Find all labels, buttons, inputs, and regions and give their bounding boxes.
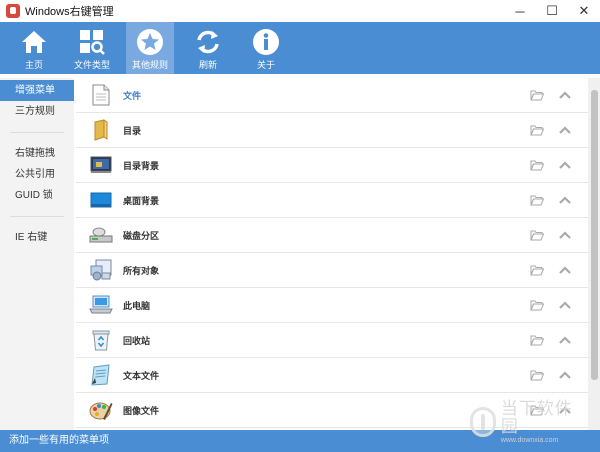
sidebar-item-third-party-rules[interactable]: 三方规则 xyxy=(0,101,74,122)
chevron-up-icon[interactable] xyxy=(558,194,572,206)
folder-background-icon xyxy=(89,153,113,177)
drive-icon xyxy=(89,223,113,247)
vertical-scrollbar[interactable] xyxy=(588,78,600,430)
scrollbar-thumb[interactable] xyxy=(591,90,598,380)
toolbar-refresh-button[interactable]: 刷新 xyxy=(184,22,232,74)
home-icon xyxy=(19,27,49,57)
list-item-label: 回收站 xyxy=(123,335,151,346)
list-item-label: 图像文件 xyxy=(123,405,160,416)
open-folder-icon[interactable] xyxy=(530,264,544,276)
refresh-icon xyxy=(193,27,223,57)
file-types-icon xyxy=(77,27,107,57)
window-title: Windows右键管理 xyxy=(25,6,114,18)
watermark-logo-icon xyxy=(470,407,496,437)
list-item-label: 文件 xyxy=(123,90,142,101)
toolbar-home-button[interactable]: 主页 xyxy=(10,22,58,74)
open-folder-icon[interactable] xyxy=(530,194,544,206)
document-icon xyxy=(89,83,113,107)
window-controls: ─ ☐ ✕ xyxy=(504,0,600,22)
sidebar-item-enhanced-menu[interactable]: 增强菜单 xyxy=(0,80,74,101)
list-item[interactable]: 桌面背景 xyxy=(76,183,588,218)
toolbar-other-rules-label: 其他规则 xyxy=(131,60,168,70)
list-item[interactable]: 目录背景 xyxy=(76,148,588,183)
toolbar-other-rules-button[interactable]: 其他规则 xyxy=(126,22,174,74)
chevron-up-icon[interactable] xyxy=(558,264,572,276)
computer-icon xyxy=(89,293,113,317)
desktop-background-icon xyxy=(89,188,113,212)
chevron-up-icon[interactable] xyxy=(558,299,572,311)
text-file-icon xyxy=(89,363,113,387)
toolbar-about-label: 关于 xyxy=(256,60,275,70)
maximize-button[interactable]: ☐ xyxy=(536,0,568,22)
open-folder-icon[interactable] xyxy=(530,369,544,381)
sidebar-divider xyxy=(10,132,64,133)
all-objects-icon xyxy=(89,258,113,282)
list-item[interactable]: 磁盘分区 xyxy=(76,218,588,253)
list-item-label: 文本文件 xyxy=(123,370,160,381)
app-icon xyxy=(6,4,20,18)
list-item[interactable]: 此电脑 xyxy=(76,288,588,323)
sidebar-divider xyxy=(10,216,64,217)
sidebar-item-guid-lock[interactable]: GUID 锁 xyxy=(0,185,74,206)
toolbar-about-button[interactable]: 关于 xyxy=(242,22,290,74)
list-item-label: 目录 xyxy=(123,125,142,136)
watermark-text: 当下软件园 xyxy=(500,398,573,436)
recycle-bin-icon xyxy=(89,328,113,352)
list-item-label: 所有对象 xyxy=(123,265,160,276)
image-file-icon xyxy=(89,398,113,422)
toolbar-home-label: 主页 xyxy=(24,60,43,70)
toolbar-file-types-label: 文件类型 xyxy=(73,60,110,70)
open-folder-icon[interactable] xyxy=(530,89,544,101)
sidebar-item-drag-drop[interactable]: 右键拖拽 xyxy=(0,143,74,164)
toolbar: 主页 文件类型 其他规则 刷新 关于 xyxy=(0,22,600,74)
sidebar-item-public-refs[interactable]: 公共引用 xyxy=(0,164,74,185)
info-icon xyxy=(251,27,281,57)
list-item-label: 桌面背景 xyxy=(123,195,160,206)
folder-icon xyxy=(89,118,113,142)
close-button[interactable]: ✕ xyxy=(568,0,600,22)
open-folder-icon[interactable] xyxy=(530,334,544,346)
toolbar-refresh-label: 刷新 xyxy=(198,60,217,70)
chevron-up-icon[interactable] xyxy=(558,159,572,171)
open-folder-icon[interactable] xyxy=(530,299,544,311)
open-folder-icon[interactable] xyxy=(530,124,544,136)
watermark-url: www.downxia.com xyxy=(500,436,559,444)
chevron-up-icon[interactable] xyxy=(558,369,572,381)
star-icon xyxy=(135,27,165,57)
chevron-up-icon[interactable] xyxy=(558,89,572,101)
title-bar: Windows右键管理 ─ ☐ ✕ xyxy=(0,0,600,22)
sidebar: 增强菜单 三方规则 右键拖拽 公共引用 GUID 锁 IE 右键 xyxy=(0,78,74,430)
list-item[interactable]: 目录 xyxy=(76,113,588,148)
open-folder-icon[interactable] xyxy=(530,229,544,241)
status-text: 添加一些有用的菜单项 xyxy=(9,435,109,446)
list-item-label: 此电脑 xyxy=(123,300,151,311)
chevron-up-icon[interactable] xyxy=(558,124,572,136)
list-item-label: 目录背景 xyxy=(123,160,160,171)
list-item[interactable]: 文件 xyxy=(76,78,588,113)
toolbar-file-types-button[interactable]: 文件类型 xyxy=(68,22,116,74)
menu-group-list: 文件 目录 目录背景 桌面背景 磁盘分区 所有对象 此电脑 回收站 文本文件 图… xyxy=(76,78,588,430)
chevron-up-icon[interactable] xyxy=(558,229,572,241)
list-item[interactable]: 回收站 xyxy=(76,323,588,358)
watermark: 当下软件园 www.downxia.com xyxy=(470,399,590,444)
sidebar-item-ie-menu[interactable]: IE 右键 xyxy=(0,227,74,248)
chevron-up-icon[interactable] xyxy=(558,334,572,346)
list-item[interactable]: 所有对象 xyxy=(76,253,588,288)
list-item[interactable]: 文本文件 xyxy=(76,358,588,393)
minimize-button[interactable]: ─ xyxy=(504,0,536,22)
open-folder-icon[interactable] xyxy=(530,159,544,171)
list-item-label: 磁盘分区 xyxy=(123,230,160,241)
